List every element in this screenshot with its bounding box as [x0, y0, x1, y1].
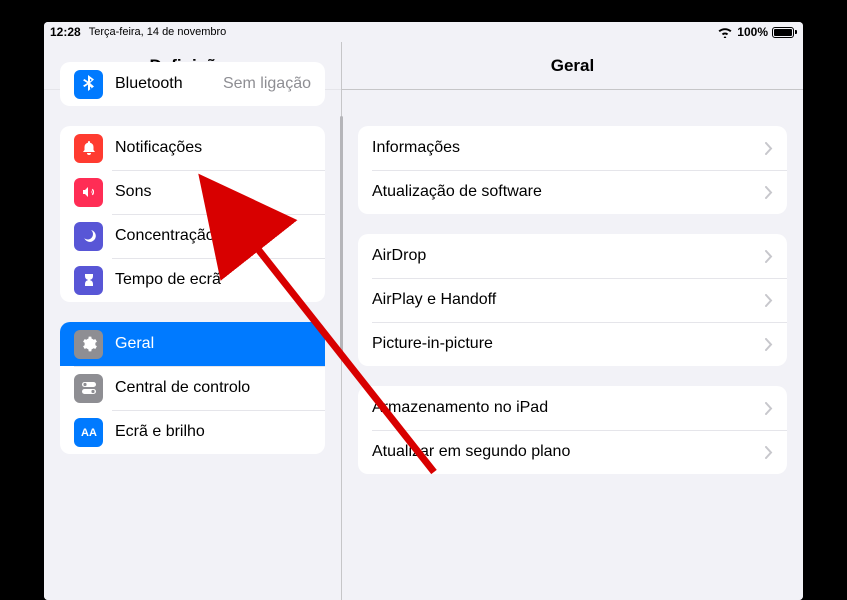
battery-icon: [772, 27, 797, 38]
main-group-about: Informações Atualização de software: [358, 126, 787, 214]
sidebar-item-label: Central de controlo: [115, 379, 250, 397]
main-panel: Geral Informações Atualização de softwar…: [341, 42, 803, 600]
row-label: Atualizar em segundo plano: [372, 443, 765, 461]
row-label: Armazenamento no iPad: [372, 399, 765, 417]
row-label: AirPlay e Handoff: [372, 291, 765, 309]
screen: 12:28 Terça-feira, 14 de novembro 100% D…: [44, 22, 803, 600]
sidebar-item-display[interactable]: AA Ecrã e brilho: [60, 410, 325, 454]
sidebar-item-label: Concentração: [115, 227, 215, 245]
sidebar-item-controlcenter[interactable]: Central de controlo: [60, 366, 325, 410]
row-bgrefresh[interactable]: Atualizar em segundo plano: [358, 430, 787, 474]
sidebar-item-focus[interactable]: Concentração: [60, 214, 325, 258]
row-label: Informações: [372, 139, 765, 157]
scroll-indicator[interactable]: [340, 116, 343, 354]
sidebar: Definições Bluetooth Sem ligação: [44, 42, 341, 600]
toggles-icon: [74, 374, 103, 403]
battery-percent: 100%: [737, 25, 768, 39]
chevron-right-icon: [765, 294, 773, 307]
sidebar-group-connectivity: Bluetooth Sem ligação: [60, 62, 325, 106]
row-label: AirDrop: [372, 247, 765, 265]
sidebar-group-notifications: Notificações Sons Concentr: [60, 126, 325, 302]
svg-text:AA: AA: [81, 427, 97, 439]
row-label: Picture-in-picture: [372, 335, 765, 353]
row-info[interactable]: Informações: [358, 126, 787, 170]
speaker-icon: [74, 178, 103, 207]
sidebar-item-notifications[interactable]: Notificações: [60, 126, 325, 170]
row-airdrop[interactable]: AirDrop: [358, 234, 787, 278]
sidebar-item-label: Tempo de ecrã: [115, 271, 221, 289]
sidebar-item-label: Geral: [115, 335, 154, 353]
row-pip[interactable]: Picture-in-picture: [358, 322, 787, 366]
sidebar-item-label: Sons: [115, 183, 151, 201]
row-software-update[interactable]: Atualização de software: [358, 170, 787, 214]
chevron-right-icon: [765, 250, 773, 263]
chevron-right-icon: [765, 402, 773, 415]
chevron-right-icon: [765, 142, 773, 155]
sidebar-item-label: Bluetooth: [115, 75, 183, 93]
main-group-storage: Armazenamento no iPad Atualizar em segun…: [358, 386, 787, 474]
wifi-icon: [717, 26, 733, 38]
chevron-right-icon: [765, 446, 773, 459]
sidebar-item-sounds[interactable]: Sons: [60, 170, 325, 214]
bell-icon: [74, 134, 103, 163]
main-group-airdrop: AirDrop AirPlay e Handoff Picture-in-pic…: [358, 234, 787, 366]
moon-icon: [74, 222, 103, 251]
sidebar-group-general: Geral Central de controlo AA: [60, 322, 325, 454]
main-title: Geral: [342, 42, 803, 90]
sidebar-item-value: Sem ligação: [223, 75, 311, 93]
row-label: Atualização de software: [372, 183, 765, 201]
bluetooth-icon: [74, 70, 103, 99]
status-date: Terça-feira, 14 de novembro: [89, 26, 227, 38]
status-time: 12:28: [50, 25, 81, 39]
chevron-right-icon: [765, 186, 773, 199]
sidebar-item-screentime[interactable]: Tempo de ecrã: [60, 258, 325, 302]
hourglass-icon: [74, 266, 103, 295]
sidebar-item-bluetooth[interactable]: Bluetooth Sem ligação: [60, 62, 325, 106]
row-storage[interactable]: Armazenamento no iPad: [358, 386, 787, 430]
sidebar-item-label: Ecrã e brilho: [115, 423, 205, 441]
chevron-right-icon: [765, 338, 773, 351]
sidebar-item-general[interactable]: Geral: [60, 322, 325, 366]
row-airplay[interactable]: AirPlay e Handoff: [358, 278, 787, 322]
sidebar-item-label: Notificações: [115, 139, 202, 157]
gear-icon: [74, 330, 103, 359]
status-bar: 12:28 Terça-feira, 14 de novembro 100%: [44, 22, 803, 42]
aa-icon: AA: [74, 418, 103, 447]
ipad-frame: 12:28 Terça-feira, 14 de novembro 100% D…: [0, 0, 847, 600]
